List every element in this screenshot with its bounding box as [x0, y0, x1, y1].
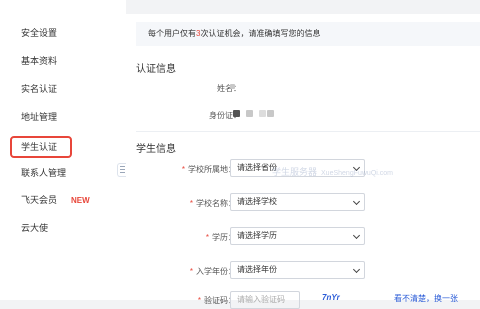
- captcha-image[interactable]: 7nYr: [322, 293, 348, 303]
- sidebar-item-contacts[interactable]: 联系人管理: [9, 162, 117, 184]
- student-info-title: 学生信息: [136, 144, 176, 155]
- id-mask-1: [233, 110, 240, 117]
- school-name-label: * 学校名称：: [189, 199, 236, 208]
- captcha-label: * 验证码：: [197, 296, 236, 305]
- notice-banner: 每个用户仅有3次认证机会，请准确填写您的信息: [136, 22, 480, 46]
- sidebar: 安全设置 基本资料 实名认证 地址管理 学生认证 联系人管理 飞天会员 NEW 云…: [0, 0, 126, 300]
- main-content: 每个用户仅有3次认证机会，请准确填写您的信息 认证信息 姓名： 身份证： 学生信…: [126, 0, 480, 309]
- refresh-captcha-link[interactable]: 看不清楚，换一张: [394, 293, 458, 304]
- education-label: * 学历：: [205, 233, 236, 242]
- id-mask-4: [267, 110, 274, 117]
- notice-prefix: 每个用户仅有: [148, 29, 196, 38]
- section-divider: [136, 131, 480, 132]
- notice-suffix: 次认证机会，请准确填写您的信息: [200, 29, 321, 38]
- new-badge: NEW: [71, 196, 90, 205]
- sidebar-item-membership[interactable]: 飞天会员 NEW: [9, 189, 117, 211]
- sidebar-item-address[interactable]: 地址管理: [9, 106, 117, 128]
- id-mask-2: [246, 110, 253, 117]
- top-strip: [126, 0, 480, 14]
- sidebar-item-realname[interactable]: 实名认证: [9, 78, 117, 100]
- enroll-year-label: * 入学年份：: [189, 267, 236, 276]
- name-mask: [230, 84, 235, 89]
- chevron-down-icon: [352, 197, 361, 206]
- sidebar-item-label: 飞天会员: [21, 195, 58, 205]
- captcha-input[interactable]: 请输入验证码: [230, 291, 300, 309]
- id-mask-3: [259, 110, 266, 117]
- education-select[interactable]: 请选择学历: [230, 227, 365, 245]
- enroll-year-select[interactable]: 请选择年份: [230, 261, 365, 279]
- watermark: 学生服务器 XueShengFuwuQi.com: [272, 167, 393, 177]
- school-name-select[interactable]: 请选择学校: [230, 193, 365, 211]
- chevron-down-icon: [352, 265, 361, 274]
- sidebar-item-security[interactable]: 安全设置: [9, 22, 117, 44]
- auth-info-title: 认证信息: [136, 64, 176, 75]
- school-region-label: * 学校所属地：: [181, 165, 236, 174]
- id-label: 身份证：: [209, 111, 241, 120]
- chevron-down-icon: [352, 231, 361, 240]
- sidebar-item-student-auth[interactable]: 学生认证: [10, 136, 72, 158]
- sidebar-item-basic-info[interactable]: 基本资料: [9, 50, 117, 72]
- sidebar-item-ambassador[interactable]: 云大使: [9, 217, 117, 239]
- sidebar-collapse-handle[interactable]: [117, 163, 126, 177]
